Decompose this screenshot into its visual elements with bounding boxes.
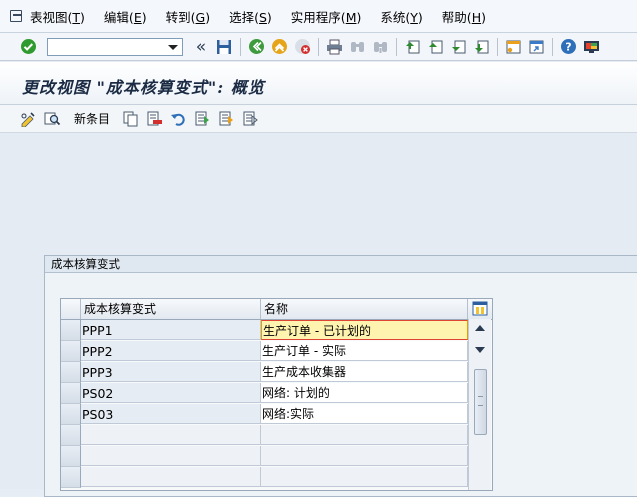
cell-empty [81, 425, 261, 445]
cell-empty [81, 446, 261, 466]
menu-bar: 表视图(T) 编辑(E) 转到(G) 选择(S) 实用程序(M) 系统(Y) 帮… [0, 0, 637, 33]
row-selector[interactable] [61, 467, 81, 488]
menu-utilities[interactable]: 实用程序(M) [291, 7, 362, 26]
scroll-down-icon[interactable] [475, 347, 485, 353]
toolbar-separator [552, 37, 553, 56]
row-selector[interactable] [61, 404, 81, 425]
svg-text:?: ? [565, 41, 571, 54]
toolbar-separator [318, 37, 319, 56]
layout-menu-icon[interactable] [581, 37, 601, 57]
toolbar-separator [497, 37, 498, 56]
create-shortcut-icon[interactable] [526, 37, 546, 57]
column-header-variant[interactable]: 成本核算变式 [81, 299, 261, 319]
new-entries-button[interactable]: 新条目 [74, 110, 110, 127]
page-title: 更改视图 "成本核算变式": 概览 [22, 78, 265, 97]
table-control: 成本核算变式 名称 PPP1 生产订单 - 已计划的 PPP2 生产订单 - 实… [60, 298, 493, 491]
title-bar: 更改视图 "成本核算变式": 概览 [0, 62, 637, 105]
table-row[interactable]: PS03 网络:实际 [61, 404, 492, 425]
cell-empty [261, 467, 468, 487]
cell-name[interactable]: 网络:实际 [261, 404, 468, 424]
menu-system[interactable]: 系统(Y) [380, 7, 422, 26]
delete-icon[interactable] [144, 109, 164, 129]
row-selector[interactable] [61, 425, 81, 446]
cancel-icon[interactable] [292, 37, 312, 57]
command-input[interactable] [48, 38, 168, 55]
row-selector[interactable] [61, 362, 81, 383]
toolbar-separator [396, 37, 397, 56]
cell-name[interactable]: 生产订单 - 已计划的 [261, 320, 468, 340]
menu-edit[interactable]: 编辑(E) [104, 7, 147, 26]
application-toolbar: 新条目 [0, 105, 637, 133]
row-selector[interactable] [61, 446, 81, 467]
cell-variant: PPP2 [81, 341, 261, 361]
column-header-name[interactable]: 名称 [261, 299, 468, 319]
select-all-header[interactable] [61, 299, 81, 319]
cell-empty [261, 425, 468, 445]
system-menu-icon[interactable] [8, 8, 24, 24]
cell-variant: PS03 [81, 404, 261, 424]
find-next-icon[interactable] [370, 37, 390, 57]
scroll-thumb[interactable] [474, 369, 487, 435]
copy-as-icon[interactable] [120, 109, 140, 129]
menu-goto[interactable]: 转到(G) [166, 7, 210, 26]
cell-name[interactable]: 网络: 计划的 [261, 383, 468, 403]
help-icon[interactable]: ? [558, 37, 578, 57]
toolbar-separator [240, 37, 241, 56]
create-session-icon[interactable] [503, 37, 523, 57]
menu-table-view[interactable]: 表视图(T) [30, 7, 85, 26]
cell-variant: PPP1 [81, 320, 261, 340]
details-search-icon[interactable] [42, 109, 62, 129]
row-selector[interactable] [61, 341, 81, 362]
chevron-down-icon[interactable] [168, 44, 178, 50]
next-page-icon[interactable] [448, 37, 468, 57]
back-navigation-icon[interactable] [246, 37, 266, 57]
select-all-icon[interactable] [192, 109, 212, 129]
command-field[interactable] [47, 37, 183, 56]
table-row-empty [61, 467, 492, 488]
cell-name[interactable]: 生产订单 - 实际 [261, 341, 468, 361]
row-selector[interactable] [61, 320, 81, 341]
enter-checkmark-icon[interactable] [18, 37, 38, 57]
standard-toolbar: « ? [0, 33, 637, 61]
cell-variant: PPP3 [81, 362, 261, 382]
table-header: 成本核算变式 名称 [61, 299, 492, 320]
print-icon[interactable] [324, 37, 344, 57]
last-page-icon[interactable] [471, 37, 491, 57]
back-icon[interactable]: « [191, 37, 211, 57]
menu-help[interactable]: 帮助(H) [442, 7, 486, 26]
find-icon[interactable] [347, 37, 367, 57]
undo-change-icon[interactable] [168, 109, 188, 129]
table-row-empty [61, 446, 492, 467]
deselect-all-icon[interactable] [240, 109, 260, 129]
first-page-icon[interactable] [402, 37, 422, 57]
display-change-icon[interactable] [18, 109, 38, 129]
exit-icon[interactable] [269, 37, 289, 57]
select-block-icon[interactable] [216, 109, 236, 129]
cell-name[interactable]: 生产成本收集器 [261, 362, 468, 382]
previous-page-icon[interactable] [425, 37, 445, 57]
cell-variant: PS02 [81, 383, 261, 403]
table-scrollbar[interactable] [468, 319, 491, 490]
menu-selection[interactable]: 选择(S) [229, 7, 272, 26]
save-icon[interactable] [214, 37, 234, 57]
table-row[interactable]: PPP1 生产订单 - 已计划的 [61, 320, 492, 341]
cell-empty [81, 467, 261, 487]
table-row[interactable]: PS02 网络: 计划的 [61, 383, 492, 404]
group-box-title: 成本核算变式 [45, 256, 637, 273]
cell-empty [261, 446, 468, 466]
table-row[interactable]: PPP3 生产成本收集器 [61, 362, 492, 383]
table-row[interactable]: PPP2 生产订单 - 实际 [61, 341, 492, 362]
row-selector[interactable] [61, 383, 81, 404]
table-settings-icon[interactable] [470, 299, 490, 318]
scroll-up-icon[interactable] [475, 325, 485, 331]
table-row-empty [61, 425, 492, 446]
